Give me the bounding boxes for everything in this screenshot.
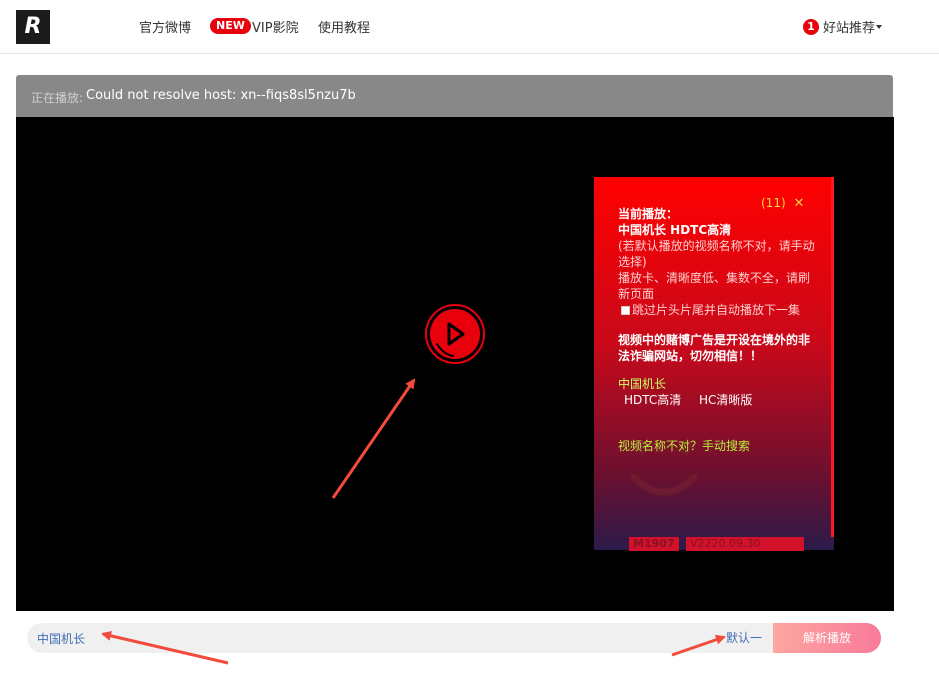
gambling-warning-line-2: 法诈骗网站，切勿相信！！ bbox=[618, 349, 763, 363]
default-line-select[interactable]: 默认一 bbox=[726, 629, 762, 646]
now-playing-value: Could not resolve host: xn--fiqs8sl5nzu7… bbox=[86, 88, 356, 103]
source-option-hc[interactable]: HC清晰版 bbox=[699, 392, 752, 408]
nav-tutorial[interactable]: 使用教程 bbox=[318, 17, 370, 36]
countdown-text: (11) bbox=[761, 196, 786, 210]
search-input[interactable] bbox=[37, 630, 457, 646]
hint-line-1: (若默认播放的视频名称不对，请手动 bbox=[618, 239, 815, 253]
play-button[interactable] bbox=[425, 304, 485, 364]
gambling-warning-line-1: 视频中的赌博广告是开设在境外的非 bbox=[618, 333, 811, 347]
close-icon: ✕ bbox=[793, 196, 805, 211]
nav-weibo[interactable]: 官方微博 bbox=[139, 17, 191, 36]
popup-close-button[interactable]: (11) ✕ bbox=[761, 196, 804, 211]
current-playing-label: 当前播放： bbox=[618, 207, 679, 221]
play-icon bbox=[425, 304, 485, 364]
skip-intro-label[interactable]: 跳过片头片尾并自动播放下一集 bbox=[632, 302, 800, 318]
brand-tag: M1907 bbox=[629, 537, 679, 551]
source-option-hdtc[interactable]: HDTC高清 bbox=[624, 392, 681, 408]
manual-search-link[interactable]: 视频名称不对？手动搜索 bbox=[618, 438, 750, 454]
now-playing-label: 正在播放: bbox=[31, 91, 84, 105]
site-logo[interactable]: R bbox=[16, 10, 50, 44]
version-tag: V2220.09.30 bbox=[686, 537, 804, 551]
hint-line-3: 播放卡、清晰度低、集数不全，请刷 bbox=[618, 271, 811, 285]
movie-name: 中国机长 bbox=[618, 377, 667, 391]
parse-play-button[interactable]: 解析播放 bbox=[773, 623, 881, 653]
popup-edge bbox=[831, 177, 834, 537]
skip-intro-checkbox[interactable] bbox=[621, 306, 630, 315]
recommend-dropdown[interactable]: 好站推荐 bbox=[823, 17, 875, 36]
hint-line-4: 新页面 bbox=[618, 287, 655, 301]
hint-line-2: 选择) bbox=[618, 255, 647, 269]
nav-vip-cinema[interactable]: VIP影院 bbox=[252, 17, 299, 36]
caret-down-icon bbox=[876, 25, 882, 29]
current-playing-title: 中国机长 HDTC高清 bbox=[618, 223, 732, 237]
new-badge: NEW bbox=[210, 18, 251, 34]
recommend-count-badge: 1 bbox=[803, 19, 819, 35]
